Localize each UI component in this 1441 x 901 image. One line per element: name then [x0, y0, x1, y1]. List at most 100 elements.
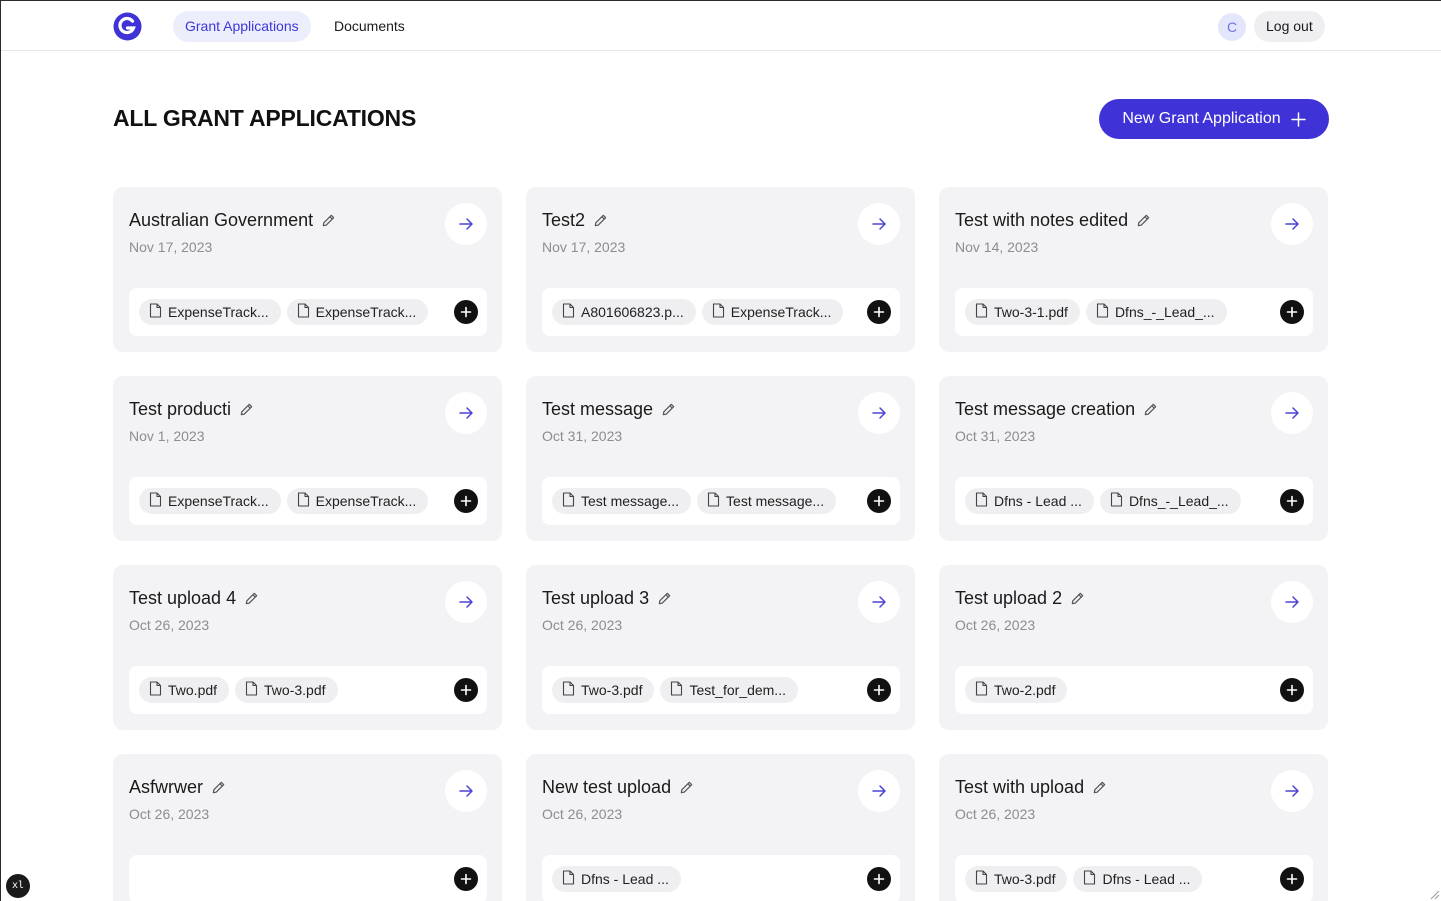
application-title: Australian Government — [129, 210, 314, 230]
open-application-button[interactable] — [858, 581, 900, 623]
application-card[interactable]: Asfwrwer Oct 26, 2023 — [113, 754, 502, 901]
pencil-icon[interactable] — [211, 780, 226, 795]
file-chip[interactable]: Test message... — [552, 488, 692, 514]
open-application-button[interactable] — [858, 392, 900, 434]
file-chip[interactable]: ExpenseTrack... — [701, 299, 844, 325]
add-file-button[interactable] — [454, 867, 478, 891]
file-chip-label: Test_for_dem... — [689, 682, 786, 698]
pencil-icon[interactable] — [1143, 402, 1158, 417]
tab-grant-applications[interactable]: Grant Applications — [173, 11, 311, 42]
file-icon — [297, 303, 310, 321]
add-file-button[interactable] — [1280, 678, 1304, 702]
open-application-button[interactable] — [1271, 581, 1313, 623]
application-card[interactable]: Test upload 4 Oct 26, 2023 Two.pdf Two-3… — [113, 565, 502, 730]
file-icon — [975, 492, 988, 510]
resize-grip-icon[interactable] — [1428, 888, 1440, 900]
pencil-icon[interactable] — [321, 213, 336, 228]
attached-files-panel: ExpenseTrack... ExpenseTrack... — [129, 288, 487, 336]
application-card[interactable]: Test upload 3 Oct 26, 2023 Two-3.pdf Tes… — [526, 565, 915, 730]
file-chip[interactable]: Dfns_-_Lead_... — [1085, 299, 1227, 325]
file-chip[interactable]: ExpenseTrack... — [139, 488, 281, 514]
attached-files-panel: Two.pdf Two-3.pdf — [129, 666, 487, 714]
pencil-icon[interactable] — [679, 780, 694, 795]
file-chip-label: Test message... — [581, 493, 680, 509]
file-icon — [562, 870, 575, 888]
file-chip-list: Dfns - Lead ... — [552, 866, 681, 892]
tab-documents[interactable]: Documents — [322, 11, 417, 42]
plus-icon — [1290, 111, 1306, 127]
pencil-icon[interactable] — [657, 591, 672, 606]
file-chip[interactable]: Two.pdf — [139, 677, 230, 703]
add-file-button[interactable] — [454, 300, 478, 324]
file-icon — [1096, 303, 1109, 321]
file-chip[interactable]: Two-2.pdf — [965, 677, 1068, 703]
file-chip[interactable]: A801606823.p... — [552, 299, 696, 325]
pencil-icon[interactable] — [244, 591, 259, 606]
arrow-right-icon — [1284, 216, 1300, 232]
arrow-right-icon — [458, 783, 474, 799]
file-chip-label: Dfns - Lead ... — [581, 871, 669, 887]
open-application-button[interactable] — [858, 203, 900, 245]
file-chip-list: ExpenseTrack... ExpenseTrack... — [139, 488, 429, 514]
applications-grid: Australian Government Nov 17, 2023 Expen… — [113, 187, 1329, 901]
application-card[interactable]: Test with upload Oct 26, 2023 Two-3.pdf … — [939, 754, 1328, 901]
file-chip-list: Two-3.pdf Dfns - Lead ... — [965, 866, 1203, 892]
add-file-button[interactable] — [867, 489, 891, 513]
open-application-button[interactable] — [1271, 203, 1313, 245]
file-chip-list: Test message... Test message... — [552, 488, 837, 514]
new-grant-application-button[interactable]: New Grant Application — [1099, 99, 1329, 139]
file-chip[interactable]: Dfns - Lead ... — [965, 488, 1094, 514]
pencil-icon[interactable] — [1070, 591, 1085, 606]
file-chip[interactable]: Dfns - Lead ... — [1073, 866, 1203, 892]
file-chip[interactable]: Test_for_dem... — [660, 677, 798, 703]
file-icon — [1110, 492, 1123, 510]
pencil-icon[interactable] — [1136, 213, 1151, 228]
file-chip[interactable]: ExpenseTrack... — [286, 299, 429, 325]
file-chip[interactable]: Two-3.pdf — [235, 677, 338, 703]
application-card[interactable]: New test upload Oct 26, 2023 Dfns - Lead… — [526, 754, 915, 901]
application-card[interactable]: Test upload 2 Oct 26, 2023 Two-2.pdf — [939, 565, 1328, 730]
add-file-button[interactable] — [454, 678, 478, 702]
application-card[interactable]: Test message creation Oct 31, 2023 Dfns … — [939, 376, 1328, 541]
add-file-button[interactable] — [454, 489, 478, 513]
open-application-button[interactable] — [445, 770, 487, 812]
add-file-button[interactable] — [1280, 867, 1304, 891]
pencil-icon[interactable] — [1092, 780, 1107, 795]
file-chip[interactable]: Test message... — [697, 488, 837, 514]
open-application-button[interactable] — [858, 770, 900, 812]
file-chip[interactable]: Two-3-1.pdf — [965, 299, 1080, 325]
file-chip-label: ExpenseTrack... — [730, 304, 832, 320]
file-chip[interactable]: Dfns - Lead ... — [552, 866, 681, 892]
open-application-button[interactable] — [1271, 770, 1313, 812]
attached-files-panel: Test message... Test message... — [542, 477, 900, 525]
file-chip[interactable]: Two-3.pdf — [552, 677, 655, 703]
file-chip[interactable]: ExpenseTrack... — [139, 299, 281, 325]
file-chip[interactable]: Two-3.pdf — [965, 866, 1068, 892]
add-file-button[interactable] — [867, 678, 891, 702]
logout-button[interactable]: Log out — [1254, 11, 1325, 42]
file-chip-list: Two.pdf Two-3.pdf — [139, 677, 338, 703]
pencil-icon[interactable] — [661, 402, 676, 417]
application-card[interactable]: Australian Government Nov 17, 2023 Expen… — [113, 187, 502, 352]
open-application-button[interactable] — [445, 392, 487, 434]
application-card[interactable]: Test2 Nov 17, 2023 A801606823.p... Expen… — [526, 187, 915, 352]
application-card[interactable]: Test producti Nov 1, 2023 ExpenseTrack..… — [113, 376, 502, 541]
file-chip[interactable]: ExpenseTrack... — [286, 488, 429, 514]
file-chip-list: ExpenseTrack... ExpenseTrack... — [139, 299, 429, 325]
open-application-button[interactable] — [1271, 392, 1313, 434]
open-application-button[interactable] — [445, 581, 487, 623]
open-application-button[interactable] — [445, 203, 487, 245]
application-card[interactable]: Test message Oct 31, 2023 Test message..… — [526, 376, 915, 541]
pencil-icon[interactable] — [593, 213, 608, 228]
file-chip-list: Dfns - Lead ... Dfns_-_Lead_... — [965, 488, 1241, 514]
app-logo[interactable] — [113, 12, 142, 41]
file-chip[interactable]: Dfns_-_Lead_... — [1099, 488, 1241, 514]
add-file-button[interactable] — [867, 867, 891, 891]
application-card[interactable]: Test with notes edited Nov 14, 2023 Two-… — [939, 187, 1328, 352]
application-title-row: Test with upload — [955, 777, 1107, 798]
avatar[interactable]: C — [1218, 13, 1246, 41]
add-file-button[interactable] — [1280, 489, 1304, 513]
add-file-button[interactable] — [867, 300, 891, 324]
pencil-icon[interactable] — [239, 402, 254, 417]
add-file-button[interactable] — [1280, 300, 1304, 324]
